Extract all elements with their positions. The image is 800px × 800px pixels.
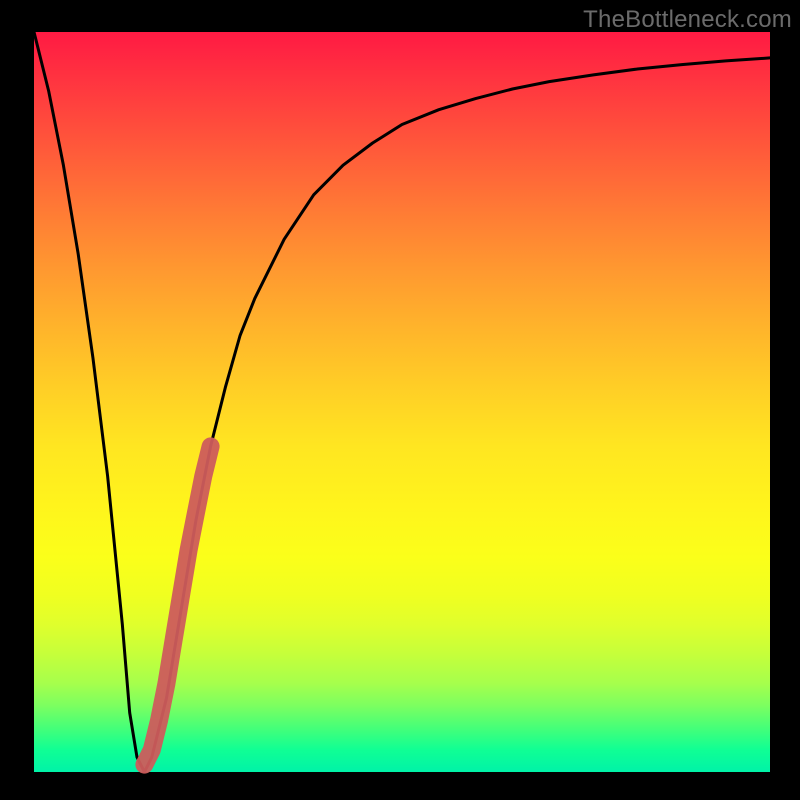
chart-svg xyxy=(0,0,800,800)
recommended-range-highlight xyxy=(144,446,210,764)
chart-frame: TheBottleneck.com xyxy=(0,0,800,800)
bottleneck-curve xyxy=(34,32,770,772)
